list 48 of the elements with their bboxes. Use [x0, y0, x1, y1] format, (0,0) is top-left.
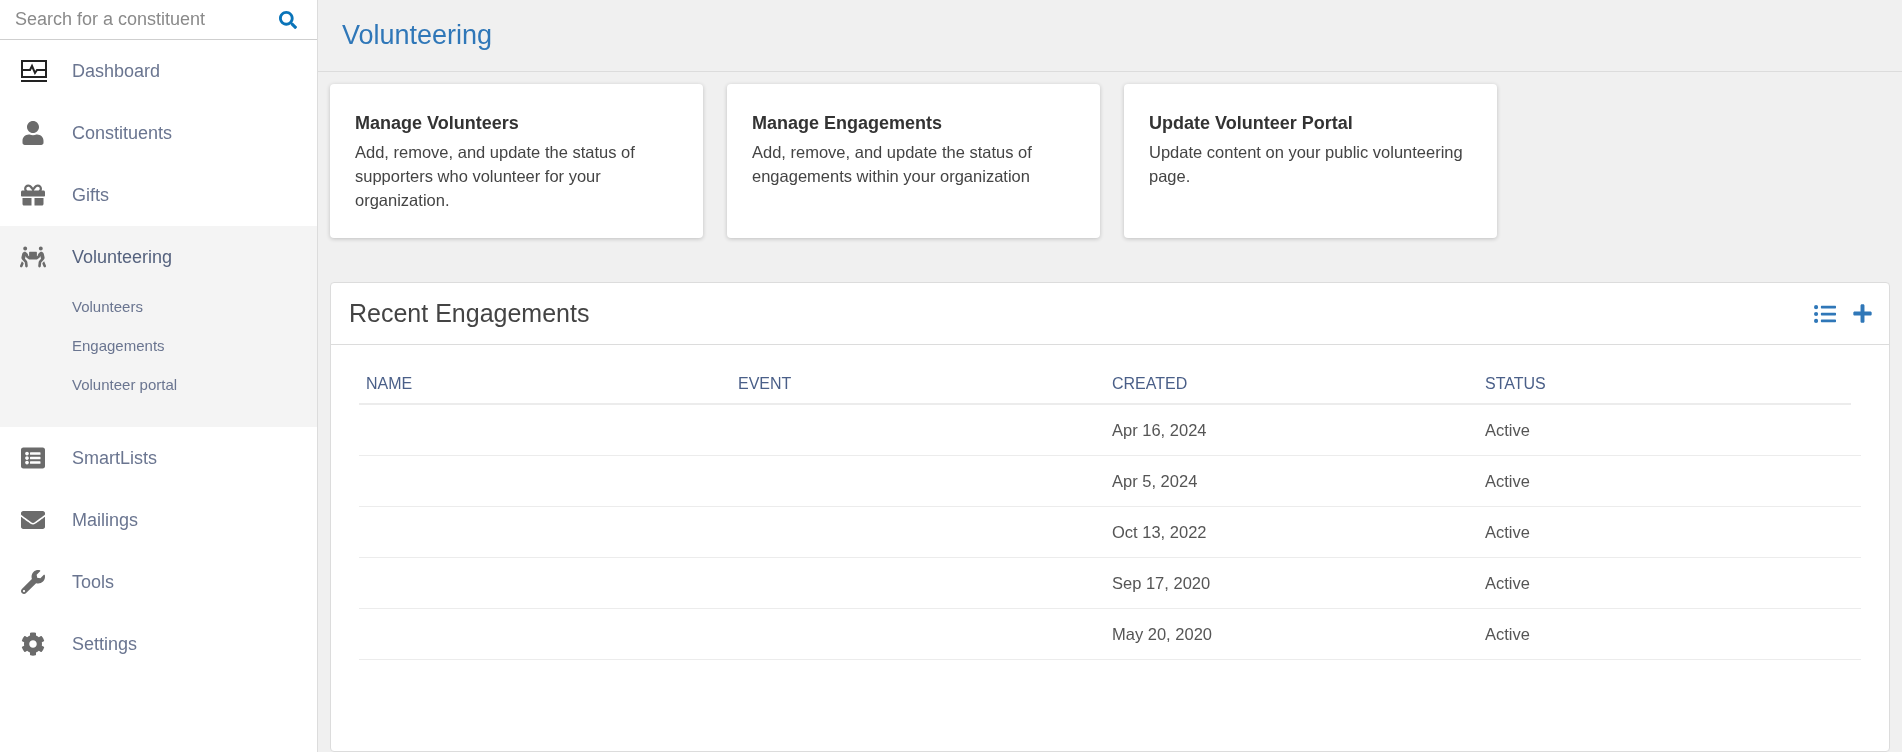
status-text: Active: [1484, 521, 1531, 543]
nav-item[interactable]: Mailings: [0, 489, 317, 551]
status-text: Active: [1484, 470, 1531, 492]
column-header[interactable]: STATUS: [1478, 372, 1851, 396]
nav-item[interactable]: Constituents: [0, 102, 317, 164]
nav-item[interactable]: Volunteering: [0, 226, 317, 288]
nav-subitem[interactable]: Volunteer portal: [0, 366, 317, 405]
column-header[interactable]: EVENT: [731, 372, 1105, 396]
card-description: Add, remove, and update the status of engagements within your organization: [752, 142, 1033, 187]
gift-icon: [20, 183, 46, 207]
settings-icon: [20, 632, 46, 656]
created-date: Sep 17, 2020: [1111, 572, 1212, 594]
created-date: Oct 13, 2022: [1111, 521, 1208, 543]
nav-item[interactable]: Settings: [0, 613, 317, 675]
nav-item[interactable]: Gifts: [0, 164, 317, 226]
add-icon[interactable]: [1852, 303, 1873, 324]
monitor-pulse-icon: [20, 60, 48, 82]
card-title: Manage Volunteers: [355, 112, 520, 135]
list-icon: [20, 446, 46, 470]
person-icon: [20, 121, 46, 145]
created-date: Apr 5, 2024: [1111, 470, 1199, 492]
status-text: Active: [1484, 623, 1531, 645]
nav-item[interactable]: Dashboard: [0, 40, 317, 102]
nav-subitem[interactable]: Engagements: [0, 327, 317, 366]
nav-item[interactable]: Tools: [0, 551, 317, 613]
column-header[interactable]: CREATED: [1105, 372, 1478, 396]
card-description: Update content on your public volunteering page.: [1149, 142, 1464, 187]
list-icon[interactable]: [1812, 302, 1838, 325]
action-card[interactable]: Update Volunteer Portal Update content on your public volunteering page.: [1124, 84, 1497, 238]
card-title: Manage Engagements: [752, 112, 944, 135]
action-card[interactable]: Manage Volunteers Add, remove, and update the status of supporters who volunteer for your organization.: [330, 84, 703, 238]
panel-title: Recent Engagements: [349, 297, 590, 329]
wrench-icon: [20, 570, 46, 594]
status-text: Active: [1484, 572, 1531, 594]
envelope-icon: [20, 508, 46, 532]
status-text: Active: [1484, 419, 1531, 441]
action-card[interactable]: Manage Engagements Add, remove, and update the status of engagements within your organization: [727, 84, 1100, 238]
column-header[interactable]: NAME: [359, 372, 731, 396]
search-icon[interactable]: [279, 10, 297, 29]
page-title: Volunteering: [342, 19, 493, 53]
created-date: May 20, 2020: [1111, 623, 1213, 645]
people-carrying-box-icon: [20, 245, 46, 269]
nav-item[interactable]: SmartLists: [0, 427, 317, 489]
card-description: Add, remove, and update the status of supporters who volunteer for your organization.: [355, 142, 636, 211]
nav-subitem[interactable]: Volunteers: [0, 288, 317, 327]
created-date: Apr 16, 2024: [1111, 419, 1208, 441]
card-title: Update Volunteer Portal: [1149, 112, 1354, 135]
search-field[interactable]: Search for a constituent: [15, 6, 279, 33]
